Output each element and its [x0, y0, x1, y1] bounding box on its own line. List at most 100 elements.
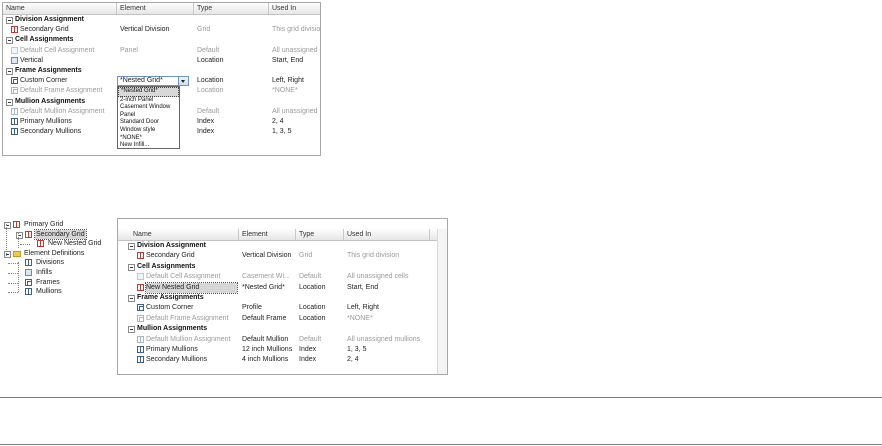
name-cell[interactable]: Default Frame Assignment — [146, 314, 237, 324]
name-cell[interactable]: Secondary Mullions — [146, 355, 237, 365]
element-cell[interactable]: Casement Wi... — [242, 272, 295, 282]
type-cell[interactable]: Location — [299, 283, 343, 293]
name-cell[interactable]: Custom Corner — [20, 76, 115, 86]
dropdown-option[interactable]: 2-inch Panel — [118, 97, 179, 105]
used-in-cell[interactable]: Start, End — [347, 283, 429, 293]
collapse-toggle-icon[interactable] — [6, 98, 13, 106]
table-row[interactable]: New Nested Grid *Nested Grid* Location Star… — [118, 281, 447, 294]
type-cell[interactable]: Grid — [197, 25, 268, 35]
type-cell[interactable]: Location — [197, 76, 268, 86]
element-cell[interactable]: Vertical Division — [242, 251, 295, 261]
collapse-toggle-icon[interactable] — [6, 17, 13, 24]
dropdown-option[interactable]: *Nested Grid* — [118, 87, 179, 97]
used-in-cell[interactable]: Left, Right — [272, 76, 320, 86]
mullion-icon — [137, 356, 144, 364]
type-cell[interactable]: Location — [197, 56, 268, 66]
element-cell[interactable]: Panel — [120, 46, 193, 56]
dropdown-option[interactable]: Casement Window — [118, 104, 179, 112]
name-cell[interactable]: Default Cell Assignment — [146, 272, 237, 282]
used-in-cell[interactable]: All unassigned c — [272, 46, 320, 56]
type-cell[interactable]: Index — [299, 355, 343, 365]
name-cell[interactable]: Secondary Grid — [20, 25, 115, 35]
used-in-cell[interactable]: 1, 3, 5 — [347, 345, 429, 355]
collapse-toggle-icon[interactable] — [128, 243, 135, 250]
type-cell[interactable]: Default — [299, 335, 343, 345]
column-header-element[interactable]: Element — [117, 3, 194, 14]
type-cell[interactable]: Index — [299, 345, 343, 355]
element-cell[interactable]: *Nested Grid* — [242, 283, 295, 293]
collapse-toggle-icon[interactable] — [128, 326, 135, 334]
name-cell[interactable]: Default Mullion Assignment — [146, 335, 237, 345]
used-in-cell[interactable]: *NONE* — [272, 86, 320, 96]
column-header-type[interactable]: Type — [296, 229, 344, 240]
name-cell[interactable]: Primary Mullions — [20, 117, 115, 127]
dropdown-option[interactable]: Window style — [118, 127, 179, 135]
grid-icon — [25, 230, 32, 238]
element-cell[interactable]: Profile — [242, 303, 295, 313]
table-row[interactable]: Default Frame Assignment Default Frame Loc… — [118, 314, 447, 324]
element-cell[interactable]: Vertical Division — [120, 25, 193, 35]
dropdown-option[interactable]: Standard Door — [118, 119, 179, 127]
table-row[interactable]: Vertical Location Start, End — [3, 56, 320, 66]
table-row[interactable]: Default Cell Assignment Panel Default All u… — [3, 46, 320, 56]
element-cell[interactable]: Default Frame — [242, 314, 295, 324]
table-row[interactable]: Secondary Mullions 4 inch Mullions Index 2,… — [118, 355, 447, 365]
used-in-cell[interactable]: 1, 3, 5 — [272, 127, 320, 137]
column-header-type[interactable]: Type — [194, 3, 269, 14]
column-header-used-in[interactable]: Used In — [269, 3, 320, 14]
type-cell[interactable]: Location — [299, 303, 343, 313]
used-in-cell[interactable]: Left, Right — [347, 303, 429, 313]
element-cell[interactable] — [120, 56, 193, 66]
dropdown-option[interactable]: New Infill... — [118, 142, 179, 150]
type-cell[interactable]: Grid — [299, 251, 343, 261]
collapse-toggle-icon[interactable] — [6, 37, 13, 45]
type-cell[interactable]: Index — [197, 127, 268, 137]
table-row[interactable]: Secondary Grid Vertical Division Grid This … — [3, 25, 320, 35]
used-in-cell[interactable]: All unassigned mullions — [347, 335, 429, 345]
column-header-element[interactable]: Element — [239, 229, 296, 240]
name-cell[interactable]: Secondary Grid — [146, 251, 237, 261]
type-cell[interactable]: Default — [299, 272, 343, 282]
collapse-toggle-icon[interactable] — [128, 295, 135, 302]
column-header-name[interactable]: Name — [3, 3, 117, 14]
name-cell[interactable]: Default Cell Assignment — [20, 46, 115, 56]
name-cell[interactable]: Vertical — [20, 56, 115, 66]
table-row[interactable]: Custom Corner Profile Location Left, Right — [118, 303, 447, 313]
column-header-name[interactable]: Name — [130, 229, 239, 240]
used-in-cell[interactable]: 2, 4 — [347, 355, 429, 365]
tree-connector — [18, 233, 19, 248]
name-cell[interactable]: Custom Corner — [146, 303, 237, 313]
element-cell[interactable]: 4 inch Mullions — [242, 355, 295, 365]
chevron-down-icon[interactable] — [178, 77, 188, 85]
used-in-cell[interactable]: All unassigned cells — [347, 272, 429, 282]
name-cell[interactable]: Default Mullion Assignment — [20, 107, 115, 117]
type-cell[interactable]: Default — [197, 107, 268, 117]
used-in-cell[interactable]: 2, 4 — [272, 117, 320, 127]
table-row[interactable]: Primary Mullions 12 inch Mullions Index 1, … — [118, 345, 447, 355]
element-cell[interactable]: 12 inch Mullions — [242, 345, 295, 355]
dropdown-option[interactable]: Panel — [118, 112, 179, 120]
collapse-toggle-icon[interactable] — [128, 263, 135, 271]
type-cell[interactable]: Location — [299, 314, 343, 324]
name-cell[interactable]: Default Frame Assignment — [20, 86, 115, 96]
type-cell[interactable]: Location — [197, 86, 268, 96]
collapse-toggle-icon[interactable] — [6, 68, 13, 75]
vertical-scrollbar[interactable] — [437, 229, 447, 374]
dropdown-option[interactable]: *NONE* — [118, 135, 179, 143]
type-cell[interactable]: Default — [197, 46, 268, 56]
used-in-cell[interactable]: Start, End — [272, 56, 320, 66]
element-cell[interactable]: Default Mullion — [242, 335, 295, 345]
column-header-used-in[interactable]: Used In — [344, 229, 430, 240]
element-combo-box[interactable]: *Nested Grid* — [117, 76, 189, 86]
used-in-cell[interactable]: This grid division — [347, 251, 429, 261]
used-in-cell[interactable]: This grid division — [272, 25, 320, 35]
name-cell[interactable]: New Nested Grid — [145, 281, 238, 294]
used-in-cell[interactable]: *NONE* — [347, 314, 429, 324]
table-row[interactable]: Secondary Grid Vertical Division Grid This … — [118, 251, 447, 261]
name-cell[interactable]: Secondary Mullions — [20, 127, 115, 137]
used-in-cell[interactable]: All unassigned m — [272, 107, 320, 117]
name-cell[interactable]: Primary Mullions — [146, 345, 237, 355]
type-cell[interactable]: Index — [197, 117, 268, 127]
table-row[interactable]: Default Cell Assignment Casement Wi... Def… — [118, 272, 447, 282]
table-row[interactable]: Default Mullion Assignment Default Mullio… — [118, 335, 447, 345]
